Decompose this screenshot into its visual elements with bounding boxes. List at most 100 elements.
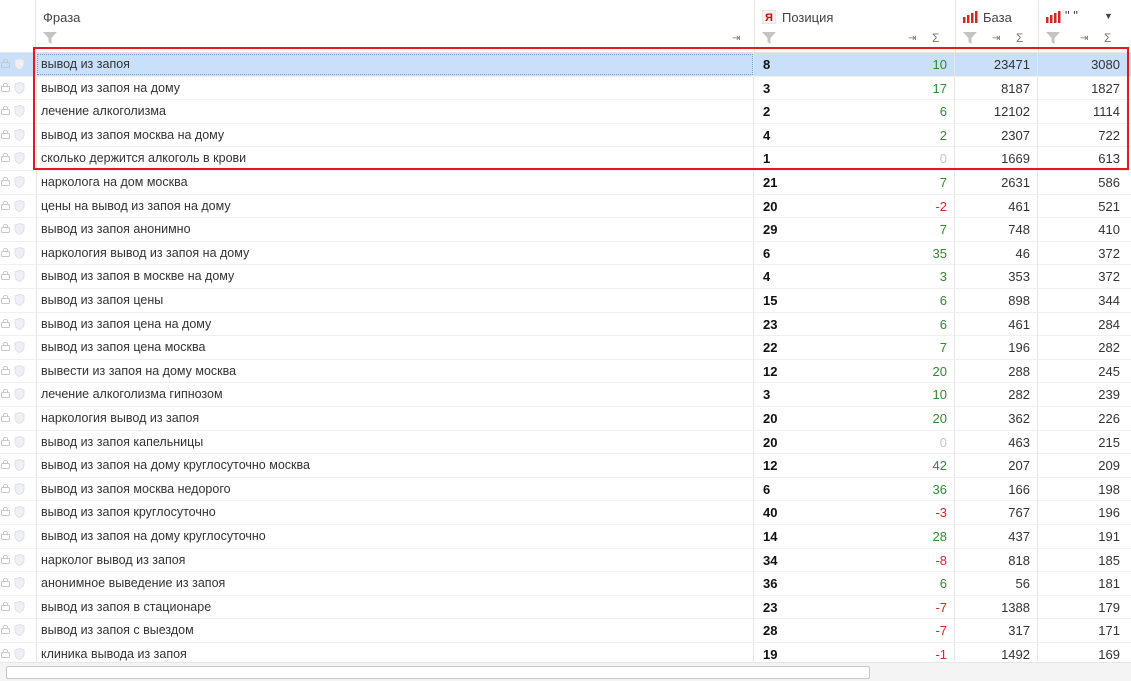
shield-icon[interactable]: [14, 341, 25, 354]
lock-icon[interactable]: [1, 578, 10, 588]
phrase-cell[interactable]: вывод из запоя в москве на дому: [36, 265, 754, 289]
shield-icon[interactable]: [14, 176, 25, 188]
phrase-cell[interactable]: наркология вывод из запоя на дому: [36, 241, 754, 265]
lock-icon[interactable]: [1, 483, 10, 493]
lock-icon[interactable]: [1, 365, 10, 375]
lock-icon[interactable]: [1, 389, 10, 399]
lock-icon[interactable]: [1, 295, 10, 304]
table-row[interactable]: нарколог вывод из запоя 34 -8 818 185: [0, 548, 1131, 573]
shield-icon[interactable]: [14, 459, 25, 472]
phrase-cell[interactable]: вывод из запоя круглосуточно: [36, 501, 754, 525]
table-row[interactable]: вывод из запоя цена москва 22 7 196 282: [0, 336, 1131, 360]
phrase-cell[interactable]: вывод из запоя цена москва: [36, 336, 754, 360]
phrase-cell[interactable]: вывод из запоя москва на дому: [36, 123, 754, 147]
table-row[interactable]: сколько держится алкоголь в крови 1 0 1669 6…: [0, 147, 1131, 171]
phrase-cell[interactable]: вывод из запоя цены: [36, 289, 754, 312]
table-row[interactable]: вывод из запоя москва недорого 6 36 166 198: [0, 477, 1131, 502]
phrase-cell[interactable]: лечение алкоголизма: [36, 100, 754, 124]
phrase-cell[interactable]: клиника вывода из запоя: [36, 643, 754, 662]
phrase-cell[interactable]: вывод из запоя на дому круглосуточно: [36, 525, 754, 548]
phrase-cell[interactable]: лечение алкоголизма гипнозом: [36, 383, 754, 407]
shield-icon[interactable]: [14, 530, 25, 542]
table-row[interactable]: вывод из запоя на дому круглосуточно 14 28…: [0, 525, 1131, 549]
filter-icon[interactable]: [1046, 32, 1060, 44]
shield-icon[interactable]: [14, 152, 25, 165]
table-row[interactable]: вывод из запоя анонимно 29 7 748 410: [0, 218, 1131, 242]
pin-icon[interactable]: ⇥: [1080, 33, 1088, 44]
lock-icon[interactable]: [1, 106, 10, 116]
lock-icon[interactable]: [1, 460, 10, 470]
phrase-cell[interactable]: вывод из запоя цена на дому: [36, 312, 754, 336]
sigma-icon[interactable]: Σ: [1016, 31, 1023, 45]
shield-icon[interactable]: [14, 199, 25, 212]
table-row[interactable]: вывод из запоя 8 10 23471 3080: [0, 53, 1131, 77]
phrase-cell[interactable]: нарколога на дом москва: [36, 171, 754, 194]
table-row[interactable]: наркология вывод из запоя 20 20 362 226: [0, 407, 1131, 431]
shield-icon[interactable]: [14, 648, 25, 660]
shield-icon[interactable]: [14, 412, 25, 424]
shield-icon[interactable]: [14, 58, 25, 70]
table-row[interactable]: вывести из запоя на дому москва 12 20 288 24…: [0, 359, 1131, 384]
shield-icon[interactable]: [14, 128, 25, 141]
table-row[interactable]: вывод из запоя на дому круглосуточно мос…: [0, 454, 1131, 478]
table-row[interactable]: вывод из запоя в стационаре 23 -7 1388 179: [0, 595, 1131, 620]
table-row[interactable]: наркология вывод из запоя на дому 6 35 46 37…: [0, 241, 1131, 266]
shield-icon[interactable]: [14, 223, 25, 236]
lock-icon[interactable]: [1, 177, 10, 186]
dropdown-arrow-icon[interactable]: ▼: [1104, 11, 1113, 21]
shield-icon[interactable]: [14, 577, 25, 590]
horizontal-scrollbar[interactable]: [0, 662, 1131, 681]
lock-icon[interactable]: [1, 436, 10, 446]
table-row[interactable]: цены на вывод из запоя на дому 20 -2 461 521: [0, 194, 1131, 219]
lock-icon[interactable]: [1, 554, 10, 564]
lock-icon[interactable]: [1, 507, 10, 517]
table-row[interactable]: вывод из запоя цены 15 6 898 344: [0, 289, 1131, 313]
table-row[interactable]: анонимное выведение из запоя 36 6 56 181: [0, 572, 1131, 596]
lock-icon[interactable]: [1, 318, 10, 328]
table-row[interactable]: вывод из запоя москва на дому 4 2 2307 722: [0, 123, 1131, 148]
phrase-cell[interactable]: нарколог вывод из запоя: [36, 548, 754, 572]
scrollbar-thumb[interactable]: [6, 666, 870, 679]
table-row[interactable]: вывод из запоя капельницы 20 0 463 215: [0, 430, 1131, 455]
phrase-cell[interactable]: вывод из запоя москва недорого: [36, 477, 754, 501]
lock-icon[interactable]: [1, 413, 10, 422]
table-row[interactable]: вывод из запоя цена на дому 23 6 461 284: [0, 312, 1131, 337]
shield-icon[interactable]: [14, 553, 25, 566]
shield-icon[interactable]: [14, 600, 25, 613]
phrase-cell[interactable]: вывести из запоя на дому москва: [36, 359, 754, 383]
phrase-cell[interactable]: вывод из запоя на дому круглосуточно мос…: [36, 454, 754, 478]
sigma-icon[interactable]: Σ: [1104, 31, 1111, 45]
lock-icon[interactable]: [1, 200, 10, 210]
phrase-cell[interactable]: наркология вывод из запоя: [36, 407, 754, 430]
phrase-cell[interactable]: анонимное выведение из запоя: [36, 572, 754, 596]
shield-icon[interactable]: [14, 482, 25, 495]
phrase-cell[interactable]: сколько держится алкоголь в крови: [36, 147, 754, 171]
lock-icon[interactable]: [1, 224, 10, 234]
sigma-icon[interactable]: Σ: [932, 31, 939, 45]
table-row[interactable]: клиника вывода из запоя 19 -1 1492 169: [0, 643, 1131, 662]
table-row[interactable]: нарколога на дом москва 21 7 2631 586: [0, 171, 1131, 195]
lock-icon[interactable]: [1, 342, 10, 352]
shield-icon[interactable]: [14, 317, 25, 330]
pin-icon[interactable]: ⇥: [732, 33, 740, 44]
table-row[interactable]: лечение алкоголизма 2 6 12102 1114: [0, 100, 1131, 124]
pin-icon[interactable]: ⇥: [908, 33, 916, 44]
column-header-phrase[interactable]: Фраза ⇥: [36, 0, 755, 52]
lock-icon[interactable]: [1, 649, 10, 658]
table-row[interactable]: вывод из запоя круглосуточно 40 -3 767 196: [0, 501, 1131, 525]
table-row[interactable]: вывод из запоя с выездом 28 -7 317 171: [0, 619, 1131, 643]
shield-icon[interactable]: [14, 388, 25, 401]
shield-icon[interactable]: [14, 506, 25, 519]
shield-icon[interactable]: [14, 105, 25, 118]
lock-icon[interactable]: [1, 153, 10, 163]
phrase-cell[interactable]: вывод из запоя на дому: [36, 76, 754, 100]
lock-icon[interactable]: [1, 531, 10, 540]
lock-icon[interactable]: [1, 271, 10, 281]
shield-icon[interactable]: [14, 270, 25, 283]
filter-icon[interactable]: [963, 32, 977, 44]
lock-icon[interactable]: [1, 601, 10, 611]
filter-icon[interactable]: [43, 32, 57, 44]
shield-icon[interactable]: [14, 81, 25, 94]
lock-icon[interactable]: [1, 247, 10, 257]
column-header-position[interactable]: Я Позиция ⇥ Σ: [755, 0, 956, 52]
